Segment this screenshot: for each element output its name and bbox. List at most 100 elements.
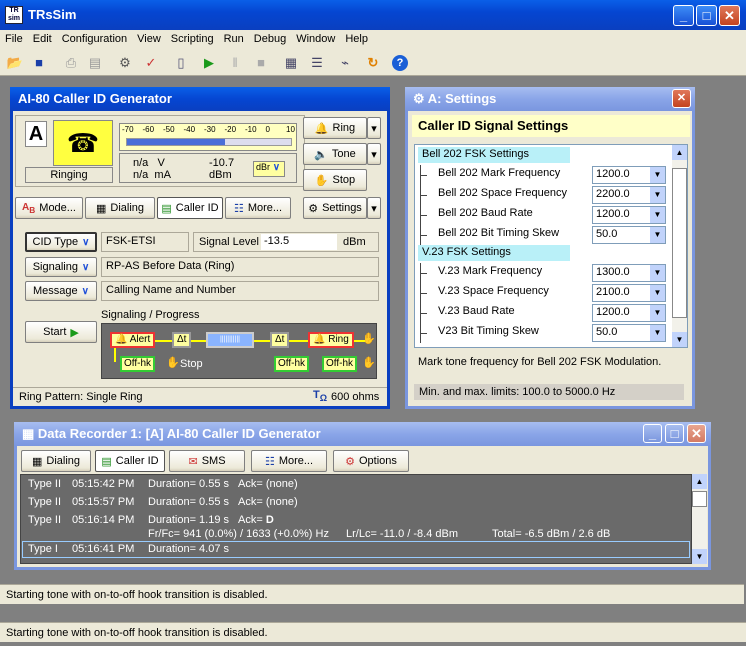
menu-edit[interactable]: Edit	[28, 30, 57, 45]
ring-button[interactable]: 🔔 Ring	[303, 117, 367, 139]
new-document-icon[interactable]: ▯	[172, 54, 190, 72]
start-button[interactable]: Start ▶	[25, 321, 97, 343]
caller-id-tab[interactable]: ▤ Caller ID	[157, 197, 223, 219]
log-time: 05:16:41 PM	[72, 543, 135, 555]
log-row[interactable]: Type II 05:15:57 PM Duration= 0.55 s Ack= (…	[22, 496, 298, 508]
settings-row[interactable]: V.23 Space Frequency 2100.0 ▼	[418, 283, 672, 303]
chevron-down-icon[interactable]: ▼	[650, 187, 665, 203]
log-scrollbar[interactable]: ▲ ▼	[692, 474, 707, 564]
setting-value-combo[interactable]: 1200.0 ▼	[592, 166, 666, 184]
settings-row[interactable]: Bell 202 Baud Rate 1200.0 ▼	[418, 205, 672, 225]
close-icon[interactable]: ✕	[687, 424, 706, 443]
scroll-up-icon[interactable]: ▲	[672, 145, 687, 160]
checklist-icon[interactable]: ✓	[142, 54, 160, 72]
menu-view[interactable]: View	[132, 30, 166, 45]
chevron-down-icon[interactable]: ▼	[650, 265, 665, 281]
refresh-icon[interactable]: ↻	[364, 54, 382, 72]
chevron-down-icon[interactable]: ▼	[650, 207, 665, 223]
log-ack-digit: D	[265, 514, 274, 526]
menu-scripting[interactable]: Scripting	[166, 30, 219, 45]
menu-configuration[interactable]: Configuration	[57, 30, 132, 45]
tone-dropdown[interactable]: ▾	[367, 143, 381, 165]
menu-help[interactable]: Help	[340, 30, 373, 45]
app-titlebar: TR sim TRsSim _ □ ✕	[0, 0, 746, 30]
run-icon[interactable]: ▶	[200, 54, 218, 72]
setting-value-combo[interactable]: 50.0 ▼	[592, 226, 666, 244]
setting-value-combo[interactable]: 2200.0 ▼	[592, 186, 666, 204]
dialing-tab[interactable]: ▦ Dialing	[85, 197, 155, 219]
tree-connector	[420, 185, 430, 205]
rec-dialing-tab[interactable]: ▦ Dialing	[21, 450, 91, 472]
settings-title: A: Settings	[427, 91, 497, 106]
tone-button[interactable]: 🔈 Tone	[303, 143, 367, 165]
settings-row[interactable]: V.23 Mark Frequency 1300.0 ▼	[418, 263, 672, 283]
chevron-down-icon[interactable]: ▼	[650, 227, 665, 243]
log-row[interactable]: Type II 05:16:14 PM Duration= 1.19 s Ack= D	[22, 514, 274, 526]
help-icon[interactable]: ?	[392, 55, 408, 71]
close-icon[interactable]: ✕	[719, 5, 740, 26]
settings-group-header[interactable]: V.23 FSK Settings	[418, 245, 570, 261]
signal-level-input[interactable]: -13.5	[261, 234, 337, 250]
pause-icon[interactable]: ‖	[226, 54, 244, 72]
settings-row[interactable]: Bell 202 Space Frequency 2200.0 ▼	[418, 185, 672, 205]
open-folder-icon[interactable]: 📂	[6, 54, 24, 72]
rec-sms-tab[interactable]: ✉ SMS	[169, 450, 245, 472]
ring-dropdown[interactable]: ▾	[367, 117, 381, 139]
scroll-up-icon[interactable]: ▲	[692, 474, 707, 489]
setting-value: 2100.0	[596, 286, 630, 298]
menu-file[interactable]: File	[0, 30, 28, 45]
minimize-icon[interactable]: _	[643, 424, 662, 443]
maximize-icon[interactable]: □	[665, 424, 684, 443]
scroll-thumb[interactable]	[692, 491, 707, 507]
settings-row[interactable]: Bell 202 Mark Frequency 1200.0 ▼	[418, 165, 672, 185]
menu-debug[interactable]: Debug	[249, 30, 291, 45]
save-icon[interactable]: ■	[30, 54, 48, 72]
cid-type-button[interactable]: CID Type ∨	[25, 232, 97, 252]
chevron-down-icon[interactable]: ▼	[650, 325, 665, 341]
gear-icon[interactable]: ⚙	[116, 54, 134, 72]
plug-icon[interactable]: ⌁	[336, 54, 354, 72]
log-total: Total= -6.5 dBm / 2.6 dB	[492, 528, 611, 540]
rec-more-button[interactable]: ☷ More...	[251, 450, 327, 472]
log-duration: Duration= 4.07 s	[148, 543, 230, 555]
menu-run[interactable]: Run	[219, 30, 249, 45]
rec-options-button[interactable]: ⚙ Options	[333, 450, 409, 472]
chevron-down-icon[interactable]: ▼	[650, 167, 665, 183]
signaling-button[interactable]: Signaling ∨	[25, 257, 97, 277]
more-button[interactable]: ☷ More...	[225, 197, 291, 219]
rec-caller-id-tab[interactable]: ▤ Caller ID	[95, 450, 165, 472]
setting-value-combo[interactable]: 50.0 ▼	[592, 324, 666, 342]
setting-value-combo[interactable]: 1300.0 ▼	[592, 264, 666, 282]
log-row[interactable]: Type I 05:16:41 PM Duration= 4.07 s	[22, 543, 229, 555]
setting-value-combo[interactable]: 1200.0 ▼	[592, 206, 666, 224]
settings-dropdown[interactable]: ▾	[367, 197, 381, 219]
print-preview-icon[interactable]: ▤	[86, 54, 104, 72]
sms-icon: ✉	[188, 455, 198, 468]
setting-value-combo[interactable]: 2100.0 ▼	[592, 284, 666, 302]
setting-value-combo[interactable]: 1200.0 ▼	[592, 304, 666, 322]
menu-window[interactable]: Window	[291, 30, 340, 45]
message-button[interactable]: Message ∨	[25, 281, 97, 301]
maximize-icon[interactable]: □	[696, 5, 717, 26]
caller-id-icon: ▤	[161, 202, 172, 215]
log-row[interactable]: Type II 05:15:42 PM Duration= 0.55 s Ack= (…	[22, 478, 298, 490]
settings-button[interactable]: ⚙ Settings	[303, 197, 367, 219]
settings-row[interactable]: Bell 202 Bit Timing Skew 50.0 ▼	[418, 225, 672, 245]
notes-icon[interactable]: ☰	[308, 54, 326, 72]
chevron-down-icon[interactable]: ▼	[650, 285, 665, 301]
settings-row[interactable]: V23 Bit Timing Skew 50.0 ▼	[418, 323, 672, 343]
minimize-icon[interactable]: _	[673, 5, 694, 26]
scroll-thumb[interactable]	[672, 168, 687, 318]
stop-icon[interactable]: ■	[252, 54, 270, 72]
scroll-down-icon[interactable]: ▼	[672, 332, 687, 347]
stop-button[interactable]: ✋ Stop	[303, 169, 367, 191]
mode-button[interactable]: AB Mode...	[15, 197, 83, 219]
chevron-down-icon[interactable]: ▼	[650, 305, 665, 321]
print-icon[interactable]: ⎙	[62, 54, 80, 72]
settings-scrollbar[interactable]: ▲ ▼	[672, 145, 687, 347]
close-icon[interactable]: ✕	[672, 89, 691, 108]
settings-group-header[interactable]: Bell 202 FSK Settings	[418, 147, 570, 163]
scroll-down-icon[interactable]: ▼	[692, 549, 707, 564]
calendar-icon[interactable]: ▦	[282, 54, 300, 72]
settings-row[interactable]: V.23 Baud Rate 1200.0 ▼	[418, 303, 672, 323]
